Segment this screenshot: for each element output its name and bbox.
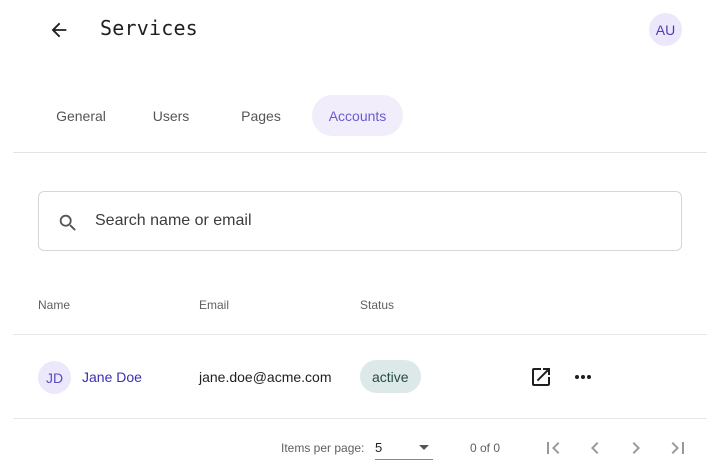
user-avatar[interactable]: AU	[649, 13, 682, 46]
more-horizontal-icon	[575, 375, 591, 379]
items-per-page-label: Items per page:	[281, 441, 365, 455]
tab-accounts[interactable]: Accounts	[312, 95, 403, 136]
search-field[interactable]	[38, 191, 682, 251]
row-avatar: JD	[38, 361, 71, 394]
last-page-icon	[671, 442, 684, 454]
next-page-button[interactable]	[624, 436, 648, 460]
tabs-divider	[13, 152, 707, 153]
chevron-left-icon	[591, 442, 599, 454]
search-input[interactable]	[95, 206, 665, 236]
user-email: jane.doe@acme.com	[199, 369, 332, 385]
tab-bar: General Users Pages Accounts	[13, 95, 707, 136]
items-per-page-select[interactable]: 5	[375, 436, 433, 460]
previous-page-button[interactable]	[583, 436, 607, 460]
column-header-email[interactable]: Email	[199, 298, 229, 312]
tab-general[interactable]: General	[38, 95, 124, 136]
open-in-new-icon	[532, 368, 550, 386]
last-page-button[interactable]	[666, 436, 690, 460]
range-label: 0 of 0	[470, 441, 501, 455]
chevron-right-icon	[632, 442, 640, 454]
first-page-icon	[547, 442, 560, 454]
table-row: JD Jane Doe jane.doe@acme.com active	[13, 335, 707, 418]
tab-pages[interactable]: Pages	[221, 95, 301, 136]
more-actions-button[interactable]	[571, 365, 595, 389]
row-divider	[13, 418, 707, 419]
first-page-button[interactable]	[541, 436, 565, 460]
paginator: Items per page: 5 0 of 0	[0, 428, 718, 468]
status-badge: active	[360, 360, 421, 393]
back-button[interactable]	[46, 17, 72, 43]
column-header-name[interactable]: Name	[38, 298, 70, 312]
tab-users[interactable]: Users	[136, 95, 206, 136]
user-name-link[interactable]: Jane Doe	[82, 369, 142, 385]
chevron-down-icon	[419, 445, 429, 450]
app-header: Services AU	[0, 0, 718, 60]
arrow-left-icon	[51, 22, 67, 38]
search-icon	[59, 214, 76, 231]
column-header-status[interactable]: Status	[360, 298, 394, 312]
open-in-new-button[interactable]	[529, 365, 553, 389]
items-per-page-value: 5	[375, 440, 383, 455]
page-title: Services	[100, 16, 198, 40]
